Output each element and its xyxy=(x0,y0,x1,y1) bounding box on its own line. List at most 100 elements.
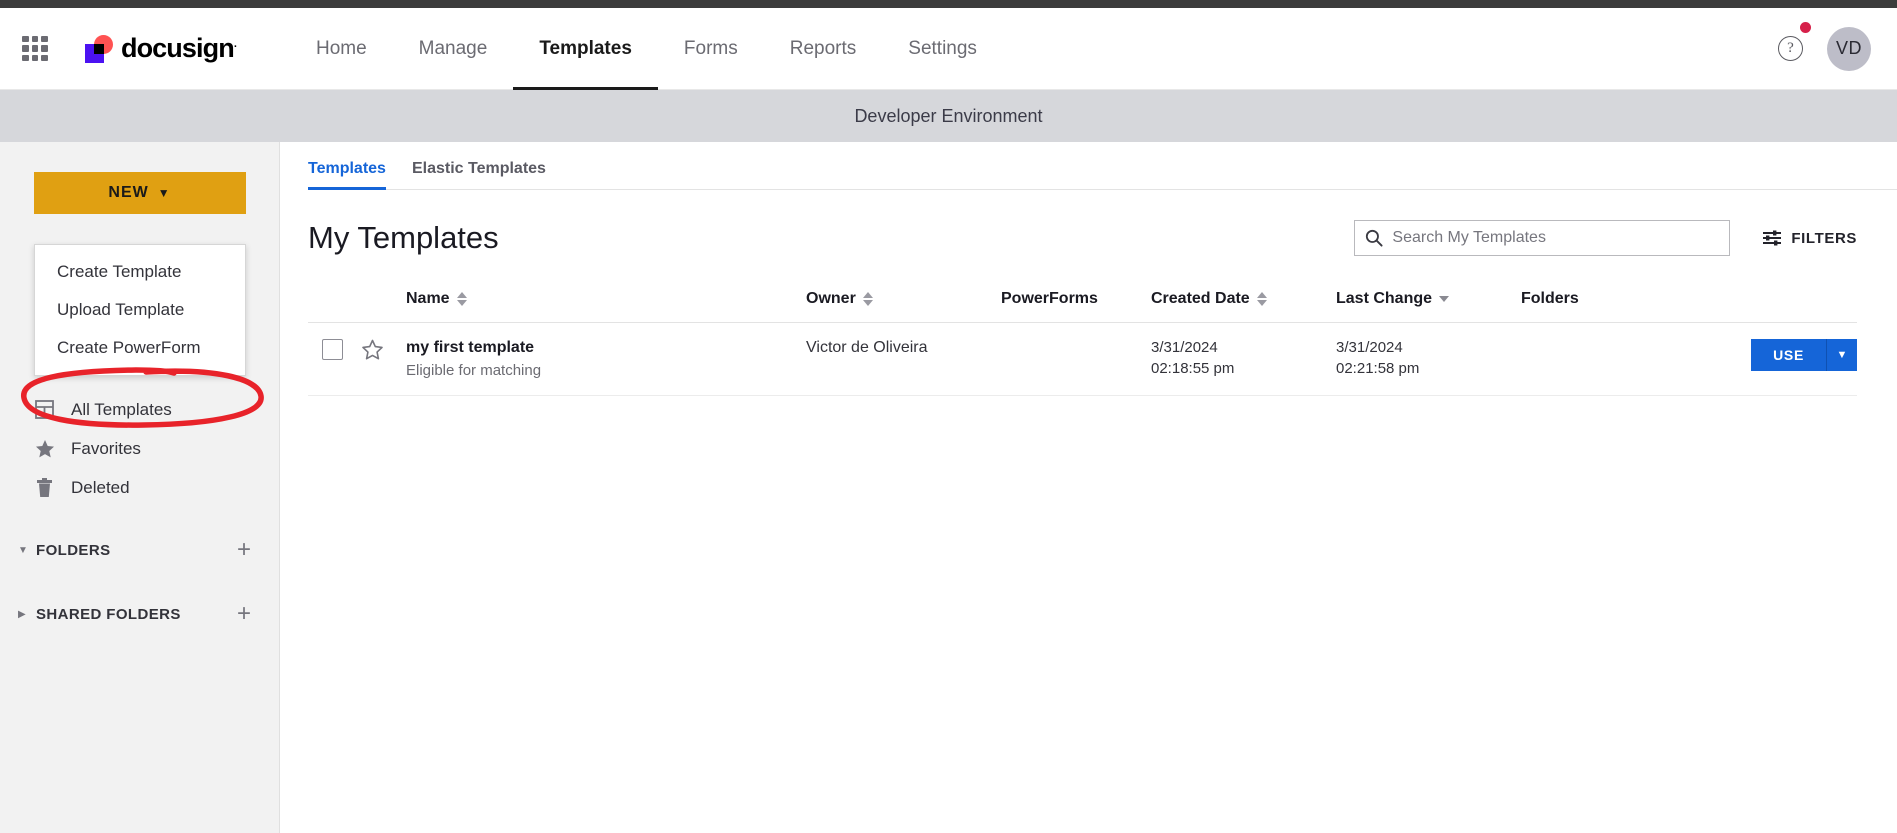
col-created-date[interactable]: Created Date xyxy=(1151,282,1336,323)
nav-item-home[interactable]: Home xyxy=(290,8,393,90)
chevron-down-icon: ▼ xyxy=(18,544,28,556)
avatar[interactable]: VD xyxy=(1827,26,1871,71)
developer-environment-banner: Developer Environment xyxy=(0,90,1897,142)
help-button[interactable]: ? xyxy=(1778,22,1811,61)
filter-sliders-icon xyxy=(1763,230,1782,246)
cell-created-date: 3/31/2024 02:18:55 pm xyxy=(1151,322,1336,396)
trash-icon xyxy=(34,477,55,498)
sort-icon-owner[interactable] xyxy=(862,292,873,306)
last-change-time-value: 02:21:58 pm xyxy=(1336,360,1420,377)
favorite-star-icon[interactable] xyxy=(362,339,406,365)
main-content: Templates Elastic Templates My Templates xyxy=(280,142,1897,833)
new-button[interactable]: NEW ▼ xyxy=(33,172,246,214)
search-input[interactable] xyxy=(1392,229,1720,247)
col-folders-label: Folders xyxy=(1521,290,1579,307)
col-owner-label: Owner xyxy=(806,290,856,307)
docusign-mark-icon xyxy=(84,34,114,64)
col-last-change-label: Last Change xyxy=(1336,290,1433,307)
table-body: my first template Eligible for matching … xyxy=(308,322,1857,396)
row-checkbox[interactable] xyxy=(322,339,343,360)
page-body: NEW ▼ Create Template Upload Template Cr… xyxy=(0,142,1897,833)
nav-item-templates[interactable]: Templates xyxy=(513,8,658,90)
sidebar-item-label: Favorites xyxy=(71,438,141,458)
cell-owner: Victor de Oliveira xyxy=(806,322,1001,396)
page-title: My Templates xyxy=(308,220,499,255)
content-tabs: Templates Elastic Templates xyxy=(308,142,1897,190)
brand-wordmark: docusign. xyxy=(121,33,237,64)
help-question-icon: ? xyxy=(1778,36,1803,61)
brand-trademark: . xyxy=(233,38,237,50)
sidebar-item-all-templates[interactable]: All Templates xyxy=(34,390,279,429)
sort-icon-created-date[interactable] xyxy=(1256,292,1267,306)
sidebar-section-shared-folders[interactable]: ▶ SHARED FOLDERS + xyxy=(0,593,279,635)
page-header-tools: FILTERS xyxy=(1354,220,1857,256)
menu-item-upload-template[interactable]: Upload Template xyxy=(35,291,245,329)
nav-item-forms[interactable]: Forms xyxy=(658,8,764,90)
col-folders: Folders xyxy=(1521,282,1640,323)
templates-table: Name Owner PowerForms Created Date Last … xyxy=(308,282,1857,396)
menu-item-create-powerform[interactable]: Create PowerForm xyxy=(35,329,245,367)
cell-name: my first template Eligible for matching xyxy=(406,322,806,396)
sidebar-links: All Templates Favorites Deleted xyxy=(0,390,279,507)
tab-templates[interactable]: Templates xyxy=(308,160,386,190)
col-last-change[interactable]: Last Change xyxy=(1336,282,1521,323)
header-actions: ? VD xyxy=(1778,22,1897,71)
col-powerforms: PowerForms xyxy=(1001,282,1151,323)
new-dropdown-menu: Create Template Upload Template Create P… xyxy=(34,244,246,376)
col-created-date-label: Created Date xyxy=(1151,290,1250,307)
sidebar-item-favorites[interactable]: Favorites xyxy=(34,429,279,468)
sort-icon-last-change-desc[interactable] xyxy=(1439,296,1450,302)
col-name-label: Name xyxy=(406,290,450,307)
search-icon xyxy=(1366,229,1383,247)
use-button-group: USE ▼ xyxy=(1751,339,1857,371)
table-head: Name Owner PowerForms Created Date Last … xyxy=(308,282,1857,323)
filters-label: FILTERS xyxy=(1791,229,1857,247)
col-owner[interactable]: Owner xyxy=(806,282,1001,323)
page-header: My Templates Search My Templates FILTERS xyxy=(308,190,1897,282)
created-date-value: 3/31/2024 xyxy=(1151,339,1218,356)
template-subtitle: Eligible for matching xyxy=(406,362,542,379)
use-dropdown-caret-icon[interactable]: ▼ xyxy=(1827,339,1857,371)
star-icon xyxy=(34,438,55,459)
cell-folders xyxy=(1521,322,1640,396)
search-box[interactable] xyxy=(1354,220,1731,256)
add-folder-icon[interactable]: + xyxy=(237,538,251,562)
app-header: docusign. Home Manage Templates Forms Re… xyxy=(0,8,1897,90)
sidebar-item-label: All Templates xyxy=(71,399,172,419)
menu-item-create-template[interactable]: Create Template xyxy=(35,253,245,291)
nav-item-manage[interactable]: Manage xyxy=(393,8,514,90)
brand-name: docusign xyxy=(121,33,235,63)
env-banner-text: Developer Environment xyxy=(854,105,1043,126)
filters-button[interactable]: FILTERS xyxy=(1762,230,1857,247)
table-header-row: Name Owner PowerForms Created Date Last … xyxy=(308,282,1857,323)
nav-item-reports[interactable]: Reports xyxy=(764,8,883,90)
cell-last-change: 3/31/2024 02:21:58 pm xyxy=(1336,322,1521,396)
sidebar-item-label: Deleted xyxy=(71,477,130,497)
cell-powerforms xyxy=(1001,322,1151,396)
col-powerforms-label: PowerForms xyxy=(1001,290,1098,307)
new-button-label: NEW xyxy=(108,184,149,201)
sidebar-item-deleted[interactable]: Deleted xyxy=(34,468,279,507)
sidebar-section-label: SHARED FOLDERS xyxy=(36,605,181,623)
use-button[interactable]: USE xyxy=(1751,339,1827,371)
chevron-right-icon: ▶ xyxy=(18,608,26,620)
col-favorite xyxy=(362,282,406,323)
template-name-link[interactable]: my first template xyxy=(406,339,806,357)
last-change-date-value: 3/31/2024 xyxy=(1336,339,1403,356)
sidebar: NEW ▼ Create Template Upload Template Cr… xyxy=(0,142,280,833)
cell-actions: USE ▼ xyxy=(1639,322,1857,396)
cell-favorite xyxy=(362,322,406,396)
apps-grid-icon[interactable] xyxy=(22,35,48,62)
docusign-logo[interactable]: docusign. xyxy=(84,33,237,64)
nav-item-settings[interactable]: Settings xyxy=(882,8,1003,90)
sort-icon-name[interactable] xyxy=(456,292,467,306)
table-row[interactable]: my first template Eligible for matching … xyxy=(308,322,1857,396)
sidebar-section-folders[interactable]: ▼ FOLDERS + xyxy=(0,529,279,571)
sidebar-section-label: FOLDERS xyxy=(36,541,111,559)
main-navigation: Home Manage Templates Forms Reports Sett… xyxy=(290,8,1003,90)
add-shared-folder-icon[interactable]: + xyxy=(237,602,251,626)
tab-elastic-templates[interactable]: Elastic Templates xyxy=(412,160,546,189)
chevron-down-icon: ▼ xyxy=(157,186,171,200)
col-name[interactable]: Name xyxy=(406,282,806,323)
col-actions xyxy=(1639,282,1857,323)
